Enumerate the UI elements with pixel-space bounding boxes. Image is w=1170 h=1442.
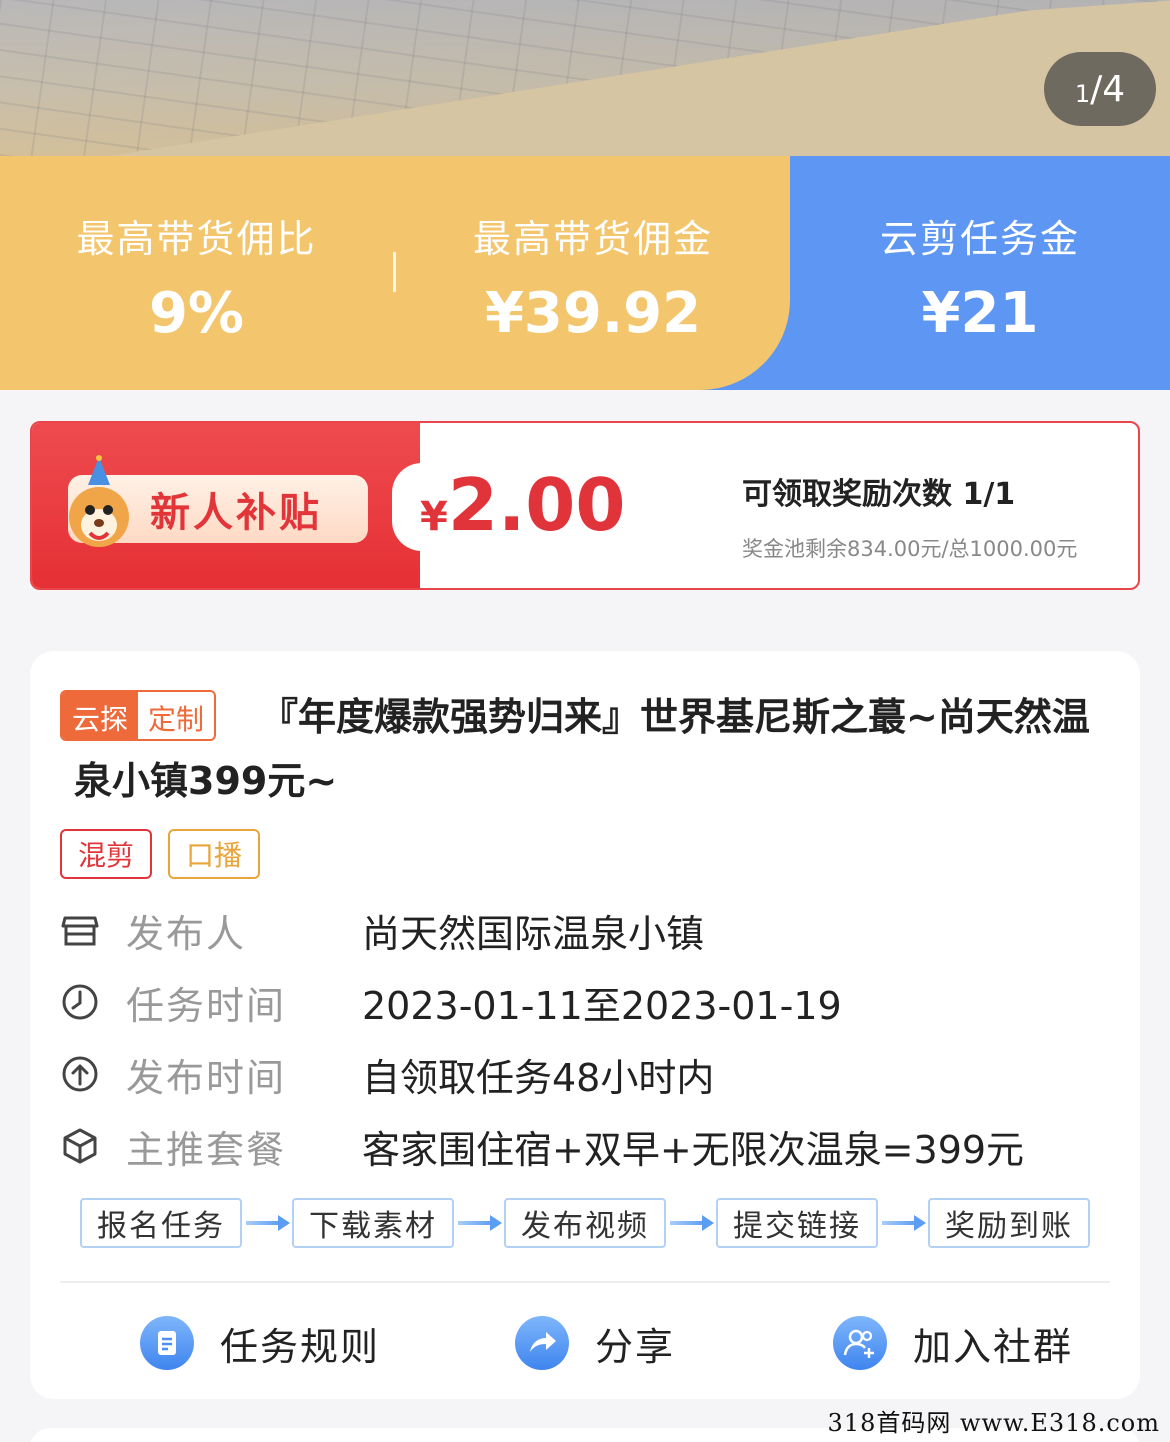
newcomer-subsidy-card[interactable]: 新人补贴 ¥2.00 可领取奖励次数 1/1 奖金池剩余834.00元/总100… [30,421,1140,590]
info-row-package: 主推套餐 客家围住宿+双早+无限次温泉=399元 [60,1116,1024,1176]
subsidy-badge-label: 新人补贴 [150,490,322,536]
package-label: 主推套餐 [126,1127,287,1172]
reward-times: 可领取奖励次数 1/1 [742,477,1016,512]
badge-cloud-explore: 云探 [62,692,139,739]
step-arrow-icon [242,1198,292,1248]
task-title: 『年度爆款强势归来』世界基尼斯之蕞~尚天然温泉小镇399元~ [74,695,1090,803]
commission-band: 最高带货佣比 9% 最高带货佣金 ¥39.92 云剪任务金 ¥21 [0,156,1170,390]
step-arrow-icon [454,1198,504,1248]
package-icon [63,1128,97,1164]
tag-mix-edit: 混剪 [60,829,153,879]
publish-time-label: 发布时间 [126,1055,287,1100]
task-card: 『年度爆款强势归来』世界基尼斯之蕞~尚天然温泉小镇399元~ 云探 定制 混剪 … [30,651,1140,1399]
subsidy-currency: ¥ [420,494,448,540]
step-publish: 发布视频 [504,1198,666,1248]
divider [60,1281,1110,1283]
info-row-publisher: 发布人 尚天然国际温泉小镇 [60,900,704,960]
join-group-button[interactable]: 加入社群 [833,1311,1073,1375]
step-submit: 提交链接 [716,1198,878,1248]
task-fee-label: 云剪任务金 [879,217,1080,261]
publish-time-value: 自领取任务48小时内 [362,1055,715,1100]
reward-pool: 奖金池剩余834.00元/总1000.00元 [742,537,1078,561]
max-commission-label: 最高带货佣金 [472,217,713,261]
subsidy-amount-value: 2.00 [447,463,626,547]
pager-total: /4 [1090,68,1126,110]
step-arrow-icon [878,1198,928,1248]
store-icon [61,916,99,946]
hero-ground [0,0,1170,156]
package-value: 客家围住宿+双早+无限次温泉=399元 [362,1127,1025,1172]
task-steps: 报名任务 下载素材 发布视频 提交链接 奖励到账 [80,1198,1090,1248]
tag-voiceover: 口播 [168,829,261,879]
hero-image[interactable]: 1 /4 [0,0,1170,156]
info-row-publish-time: 发布时间 自领取任务48小时内 [60,1044,714,1104]
max-commission-stat: 最高带货佣金 ¥39.92 [396,156,790,390]
image-pager: 1 /4 [1044,52,1156,126]
join-group-label: 加入社群 [913,1324,1074,1369]
step-reward: 奖励到账 [928,1198,1090,1248]
max-ratio-label: 最高带货佣比 [76,217,317,261]
max-ratio-value: 9% [148,281,245,346]
share-button[interactable]: 分享 [515,1311,675,1375]
share-label: 分享 [595,1324,676,1369]
clock-icon [62,984,98,1020]
max-ratio-stat: 最高带货佣比 9% [0,156,393,390]
task-fee-stat: 云剪任务金 ¥21 [790,156,1170,390]
pager-current: 1 [1074,80,1091,108]
document-icon [140,1316,194,1370]
info-row-task-time: 任务时间 2023-01-11至2023-01-19 [60,972,842,1032]
mascot-icon [69,455,129,547]
watermark: 318首码网 www.E318.com [827,1409,1160,1437]
task-time-label: 任务时间 [126,983,287,1028]
task-type-badge: 云探 定制 [60,690,217,741]
publisher-label: 发布人 [126,911,247,956]
subsidy-amount: ¥2.00 [420,463,626,547]
task-time-value: 2023-01-11至2023-01-19 [362,983,842,1028]
task-actions: 任务规则 分享 加入社群 [30,1311,1140,1375]
share-icon [515,1316,569,1370]
publisher-value: 尚天然国际温泉小镇 [362,911,705,956]
task-rules-label: 任务规则 [220,1324,381,1369]
task-tags: 混剪 口播 [60,829,261,879]
step-download: 下载素材 [292,1198,454,1248]
task-fee-value: ¥21 [921,281,1039,346]
group-add-icon [833,1316,887,1370]
max-commission-value: ¥39.92 [484,281,702,346]
task-rules-button[interactable]: 任务规则 [140,1311,380,1375]
step-arrow-icon [666,1198,716,1248]
upload-icon [62,1056,98,1092]
step-signup: 报名任务 [80,1198,242,1248]
badge-custom: 定制 [138,692,215,739]
